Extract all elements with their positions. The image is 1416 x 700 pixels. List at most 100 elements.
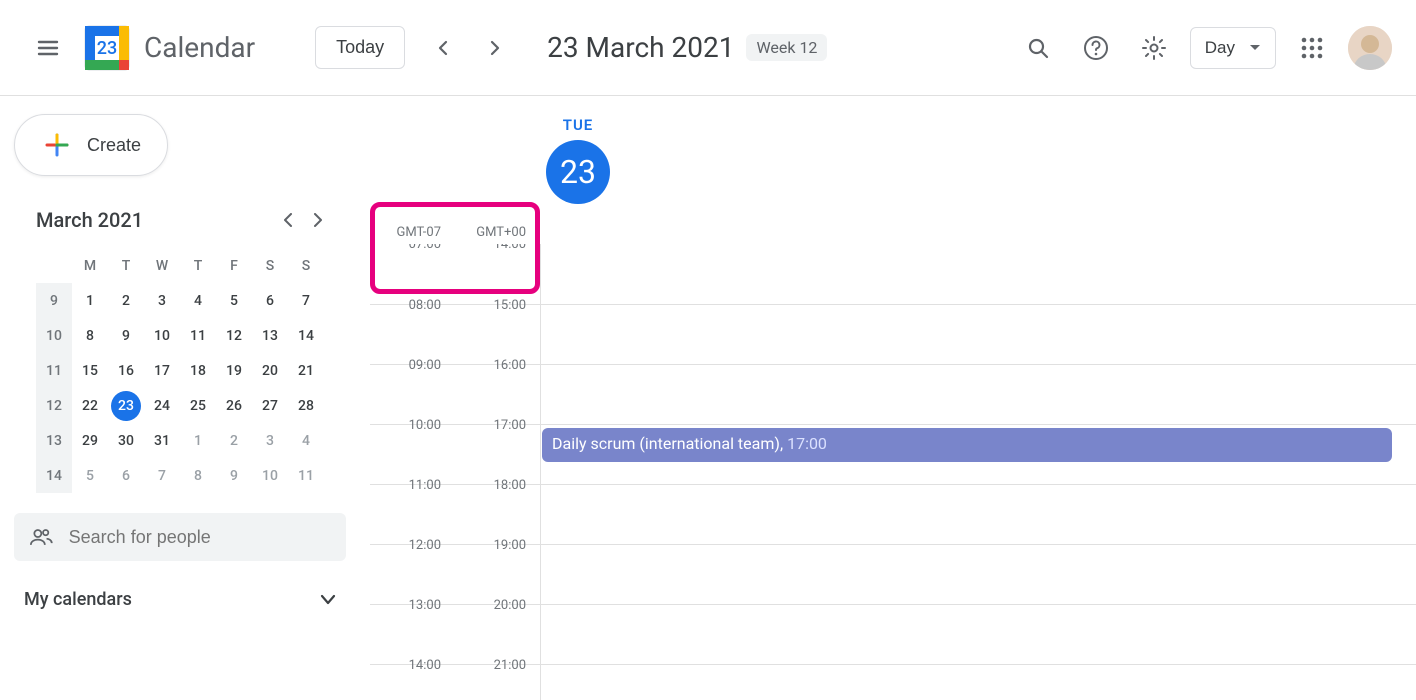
time-tz1: 13:00 xyxy=(370,596,455,655)
mini-day[interactable]: 13 xyxy=(252,318,288,353)
apps-button[interactable] xyxy=(1290,26,1334,70)
time-tz1: 08:00 xyxy=(370,296,455,355)
mini-dow: T xyxy=(180,248,216,283)
plus-icon xyxy=(41,129,73,161)
mini-day[interactable]: 29 xyxy=(72,423,108,458)
mini-dow: W xyxy=(144,248,180,283)
hour-row: 07:0014:00 xyxy=(370,244,1416,304)
mini-day[interactable]: 19 xyxy=(216,353,252,388)
mini-day[interactable]: 10 xyxy=(252,458,288,493)
mini-day[interactable]: 28 xyxy=(288,388,324,423)
header-right: Day xyxy=(1016,26,1392,70)
hour-cell[interactable] xyxy=(540,665,1416,700)
mini-day[interactable]: 24 xyxy=(144,388,180,423)
mini-day[interactable]: 4 xyxy=(180,283,216,318)
time-tz2: 15:00 xyxy=(455,296,540,355)
mini-dow: S xyxy=(288,248,324,283)
next-day-button[interactable] xyxy=(475,28,515,68)
my-calendars-label: My calendars xyxy=(24,589,132,610)
mini-day[interactable]: 20 xyxy=(252,353,288,388)
chevron-right-icon xyxy=(487,40,503,56)
mini-day[interactable]: 25 xyxy=(180,388,216,423)
mini-day[interactable]: 9 xyxy=(108,318,144,353)
time-tz2: 18:00 xyxy=(455,476,540,535)
mini-prev-button[interactable] xyxy=(282,213,294,227)
hour-cell[interactable] xyxy=(540,365,1416,424)
mini-day[interactable]: 7 xyxy=(144,458,180,493)
mini-day[interactable]: 7 xyxy=(288,283,324,318)
hour-cell[interactable] xyxy=(540,605,1416,664)
mini-day[interactable]: 23 xyxy=(111,391,141,421)
my-calendars-toggle[interactable]: My calendars xyxy=(14,589,346,610)
hamburger-menu-button[interactable] xyxy=(24,24,72,72)
mini-day[interactable]: 17 xyxy=(144,353,180,388)
settings-button[interactable] xyxy=(1132,26,1176,70)
mini-day[interactable]: 21 xyxy=(288,353,324,388)
user-avatar[interactable] xyxy=(1348,26,1392,70)
day-label[interactable]: TUE 23 xyxy=(546,116,610,244)
mini-week-number: 14 xyxy=(36,458,72,493)
mini-week-number: 9 xyxy=(36,283,72,318)
mini-day[interactable]: 10 xyxy=(144,318,180,353)
hour-row: 11:0018:00 xyxy=(370,484,1416,544)
mini-day[interactable]: 2 xyxy=(108,283,144,318)
mini-day[interactable]: 3 xyxy=(252,423,288,458)
mini-day[interactable]: 12 xyxy=(216,318,252,353)
today-button[interactable]: Today xyxy=(315,26,405,69)
search-icon xyxy=(1026,36,1050,60)
header: 23 Calendar Today 23 March 2021 Week 12 … xyxy=(0,0,1416,96)
mini-day[interactable]: 16 xyxy=(108,353,144,388)
hour-row: 13:0020:00 xyxy=(370,604,1416,664)
svg-text:23: 23 xyxy=(97,38,117,59)
mini-week-number: 11 xyxy=(36,353,72,388)
mini-day[interactable]: 15 xyxy=(72,353,108,388)
mini-day[interactable]: 9 xyxy=(216,458,252,493)
mini-day[interactable]: 26 xyxy=(216,388,252,423)
mini-day[interactable]: 11 xyxy=(180,318,216,353)
mini-dow: S xyxy=(252,248,288,283)
mini-day[interactable]: 18 xyxy=(180,353,216,388)
search-button[interactable] xyxy=(1016,26,1060,70)
mini-day[interactable]: 5 xyxy=(216,283,252,318)
mini-day[interactable]: 2 xyxy=(216,423,252,458)
hour-cell[interactable] xyxy=(540,545,1416,604)
mini-day[interactable]: 30 xyxy=(108,423,144,458)
mini-day[interactable]: 1 xyxy=(180,423,216,458)
chevron-left-icon xyxy=(435,40,451,56)
mini-day[interactable]: 4 xyxy=(288,423,324,458)
hour-cell[interactable] xyxy=(540,305,1416,364)
mini-day[interactable]: 22 xyxy=(72,388,108,423)
view-selector-button[interactable]: Day xyxy=(1190,27,1276,69)
event-daily-scrum[interactable]: Daily scrum (international team), 17:00 xyxy=(542,428,1392,462)
prev-day-button[interactable] xyxy=(423,28,463,68)
chevron-left-icon xyxy=(282,213,294,227)
mini-calendar: March 2021 MTWTFSS9123456710891011121314… xyxy=(14,208,346,493)
mini-day[interactable]: 31 xyxy=(144,423,180,458)
mini-dow: T xyxy=(108,248,144,283)
mini-day[interactable]: 27 xyxy=(252,388,288,423)
help-button[interactable] xyxy=(1074,26,1118,70)
hour-cell[interactable] xyxy=(540,485,1416,544)
mini-day[interactable]: 3 xyxy=(144,283,180,318)
people-search[interactable] xyxy=(14,513,346,561)
event-time: 17:00 xyxy=(787,434,827,453)
people-search-input[interactable] xyxy=(69,527,330,548)
time-tz2: 19:00 xyxy=(455,536,540,595)
mini-day[interactable]: 5 xyxy=(72,458,108,493)
mini-day[interactable]: 6 xyxy=(252,283,288,318)
mini-day[interactable]: 1 xyxy=(72,283,108,318)
hour-cell[interactable] xyxy=(540,244,1416,304)
content: Create March 2021 MTWTFSS912345671089101… xyxy=(0,96,1416,700)
mini-day[interactable]: 14 xyxy=(288,318,324,353)
sidebar: Create March 2021 MTWTFSS912345671089101… xyxy=(0,96,370,700)
mini-day[interactable]: 8 xyxy=(72,318,108,353)
time-tz1: 07:00 xyxy=(370,244,455,295)
mini-day[interactable]: 11 xyxy=(288,458,324,493)
mini-day[interactable]: 8 xyxy=(180,458,216,493)
chevron-down-icon xyxy=(320,594,336,606)
mini-next-button[interactable] xyxy=(312,213,324,227)
create-button[interactable]: Create xyxy=(14,114,168,176)
grid-body[interactable]: 07:0014:0008:0015:0009:0016:0010:0017:00… xyxy=(370,244,1416,700)
mini-week-number: 12 xyxy=(36,388,72,423)
mini-day[interactable]: 6 xyxy=(108,458,144,493)
